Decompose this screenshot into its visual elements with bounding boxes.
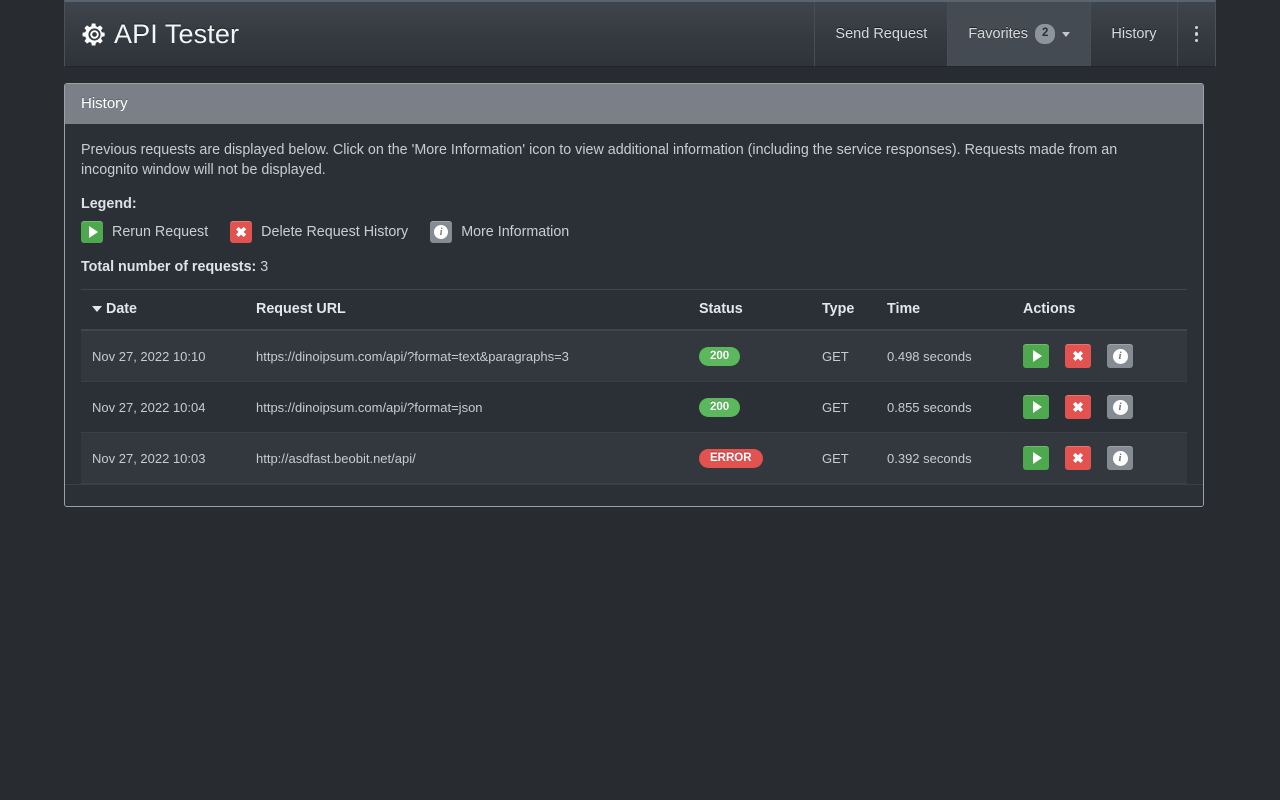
nav-item-label: Send Request	[835, 26, 927, 42]
navbar-spacer	[253, 2, 814, 66]
delete-request-button[interactable]: ✖	[1065, 446, 1091, 470]
panel-footer	[65, 484, 1203, 506]
column-header-request-url[interactable]: Request URL	[256, 290, 699, 331]
legend-entry-delete: ✖ Delete Request History	[230, 221, 408, 243]
nav-item-send-request[interactable]: Send Request	[814, 2, 947, 66]
table-row: Nov 27, 2022 10:04 https://dinoipsum.com…	[81, 382, 1187, 433]
column-header-time[interactable]: Time	[887, 290, 1023, 331]
row-actions: ✖ i	[1023, 344, 1187, 368]
row-actions: ✖ i	[1023, 446, 1187, 470]
gear-icon	[81, 21, 108, 48]
more-information-button[interactable]: i	[1107, 446, 1133, 470]
history-table-body: Nov 27, 2022 10:10 https://dinoipsum.com…	[81, 330, 1187, 484]
info-icon: i	[430, 221, 452, 243]
status-badge: 200	[699, 398, 740, 417]
cell-status: 200	[699, 330, 822, 382]
panel-title: History	[81, 95, 128, 112]
cell-actions: ✖ i	[1023, 433, 1187, 484]
history-table-head: Date Request URL Status Type Time Action…	[81, 290, 1187, 331]
chevron-down-icon	[1062, 32, 1070, 37]
rerun-request-button[interactable]	[1023, 395, 1049, 419]
cell-actions: ✖ i	[1023, 382, 1187, 433]
legend-entry-rerun: Rerun Request	[81, 221, 208, 243]
rerun-request-button[interactable]	[1023, 446, 1049, 470]
sort-descending-icon	[92, 306, 102, 312]
legend-label: Rerun Request	[112, 224, 208, 240]
panel-intro-text: Previous requests are displayed below. C…	[81, 140, 1171, 180]
legend-heading: Legend:	[81, 196, 1187, 212]
panel-title-bar: History	[65, 84, 1203, 124]
rerun-request-button[interactable]	[1023, 344, 1049, 368]
close-x-icon: ✖	[230, 221, 252, 243]
column-header-actions: Actions	[1023, 290, 1187, 331]
total-requests-value: 3	[260, 259, 268, 275]
top-navbar: API Tester Send Request Favorites 2 Hist…	[64, 0, 1216, 67]
cell-status: 200	[699, 382, 822, 433]
cell-actions: ✖ i	[1023, 330, 1187, 382]
navbar-menu: Send Request Favorites 2 History	[814, 2, 1215, 66]
cell-request-url: https://dinoipsum.com/api/?format=json	[256, 382, 699, 433]
legend-label: More Information	[461, 224, 569, 240]
cell-status: ERROR	[699, 433, 822, 484]
delete-request-button[interactable]: ✖	[1065, 395, 1091, 419]
table-header-row: Date Request URL Status Type Time Action…	[81, 290, 1187, 331]
cell-type: GET	[822, 433, 887, 484]
play-icon	[81, 221, 103, 243]
column-header-label: Date	[106, 301, 137, 317]
nav-item-favorites[interactable]: Favorites 2	[947, 2, 1090, 66]
nav-item-overflow-menu[interactable]	[1177, 2, 1216, 66]
cell-type: GET	[822, 382, 887, 433]
table-row: Nov 27, 2022 10:10 https://dinoipsum.com…	[81, 330, 1187, 382]
nav-item-label: Favorites	[968, 26, 1028, 42]
status-badge: 200	[699, 347, 740, 366]
panel-body: Previous requests are displayed below. C…	[65, 124, 1203, 484]
history-table: Date Request URL Status Type Time Action…	[81, 289, 1187, 484]
kebab-menu-icon	[1195, 26, 1199, 43]
total-requests-line: Total number of requests: 3	[81, 259, 1187, 275]
column-header-type[interactable]: Type	[822, 290, 887, 331]
legend-label: Delete Request History	[261, 224, 408, 240]
cell-date: Nov 27, 2022 10:04	[81, 382, 256, 433]
app-title: API Tester	[114, 19, 239, 50]
column-header-status[interactable]: Status	[699, 290, 822, 331]
app-brand[interactable]: API Tester	[65, 2, 253, 66]
nav-item-history[interactable]: History	[1090, 2, 1176, 66]
cell-date: Nov 27, 2022 10:03	[81, 433, 256, 484]
cell-request-url: https://dinoipsum.com/api/?format=text&p…	[256, 330, 699, 382]
delete-request-button[interactable]: ✖	[1065, 344, 1091, 368]
favorites-count-badge: 2	[1035, 24, 1055, 44]
nav-item-label: History	[1111, 26, 1156, 42]
cell-time: 0.498 seconds	[887, 330, 1023, 382]
legend-entry-more-info: i More Information	[430, 221, 569, 243]
legend-row: Rerun Request ✖ Delete Request History i…	[81, 221, 1187, 243]
cell-time: 0.392 seconds	[887, 433, 1023, 484]
cell-type: GET	[822, 330, 887, 382]
history-panel: History Previous requests are displayed …	[64, 83, 1204, 507]
status-badge: ERROR	[699, 449, 763, 468]
cell-date: Nov 27, 2022 10:10	[81, 330, 256, 382]
more-information-button[interactable]: i	[1107, 344, 1133, 368]
row-actions: ✖ i	[1023, 395, 1187, 419]
total-requests-label: Total number of requests:	[81, 259, 256, 275]
table-row: Nov 27, 2022 10:03 http://asdfast.beobit…	[81, 433, 1187, 484]
more-information-button[interactable]: i	[1107, 395, 1133, 419]
cell-time: 0.855 seconds	[887, 382, 1023, 433]
column-header-date[interactable]: Date	[81, 290, 256, 331]
cell-request-url: http://asdfast.beobit.net/api/	[256, 433, 699, 484]
